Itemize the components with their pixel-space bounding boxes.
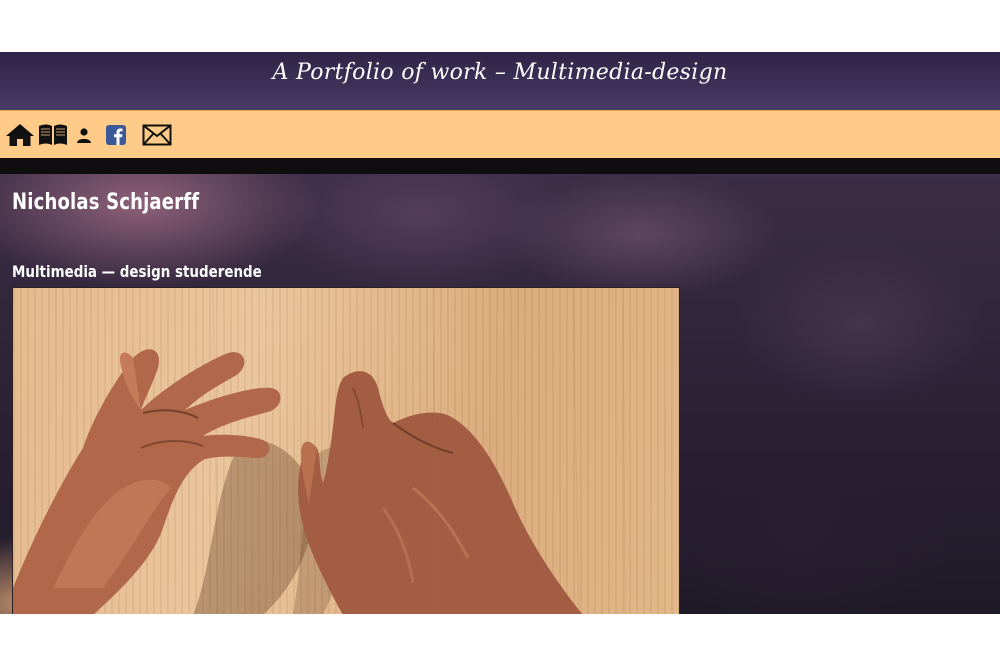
page-frame: A Portfolio of work – Multimedia-design [0, 52, 1000, 614]
nav-bar [0, 110, 1000, 159]
book-icon[interactable] [37, 120, 69, 150]
user-icon[interactable] [75, 120, 93, 150]
site-header: A Portfolio of work – Multimedia-design [0, 52, 1000, 110]
name-heading: Nicholas Schjaerff [12, 190, 200, 215]
facebook-icon[interactable] [105, 120, 127, 150]
hands-photo [12, 287, 680, 614]
mail-icon[interactable] [141, 120, 173, 150]
home-icon[interactable] [5, 120, 35, 150]
main-content: Nicholas Schjaerff Multimedia — design s… [0, 174, 1000, 614]
site-title: A Portfolio of work – Multimedia-design [272, 60, 728, 85]
subtitle-heading: Multimedia — design studerende [12, 262, 262, 281]
nav-divider [0, 158, 1000, 174]
